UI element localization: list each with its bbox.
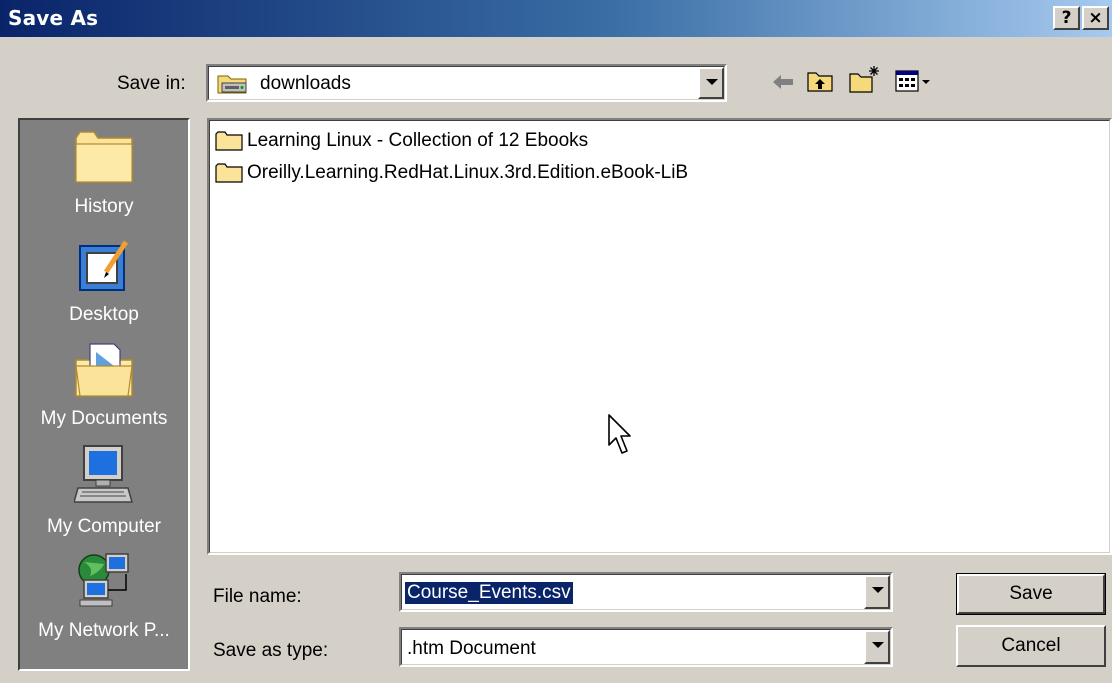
drive-folder-icon bbox=[216, 70, 250, 102]
file-name: Learning Linux - Collection of 12 Ebooks bbox=[247, 130, 589, 151]
places-label: Desktop bbox=[69, 304, 139, 325]
chevron-down-icon[interactable] bbox=[698, 67, 724, 99]
save-as-type-value: .htm Document bbox=[407, 638, 536, 659]
my-computer-icon bbox=[20, 444, 188, 512]
places-label: History bbox=[74, 196, 134, 217]
my-documents-icon bbox=[20, 342, 188, 404]
view-menu-icon[interactable] bbox=[895, 68, 935, 100]
places-label: My Documents bbox=[40, 408, 168, 429]
folder-icon bbox=[215, 162, 243, 184]
file-list[interactable]: Learning Linux - Collection of 12 Ebooks… bbox=[207, 118, 1112, 555]
list-item[interactable]: Learning Linux - Collection of 12 Ebooks bbox=[215, 128, 588, 154]
history-folder-icon bbox=[20, 130, 188, 192]
places-desktop[interactable]: Desktop bbox=[20, 238, 188, 326]
help-button[interactable]: ? bbox=[1053, 6, 1080, 30]
places-my-network[interactable]: My Network P... bbox=[20, 550, 188, 642]
file-name-input[interactable]: Course_Events.csv bbox=[405, 582, 573, 604]
up-one-level-icon[interactable] bbox=[806, 67, 836, 101]
desktop-icon bbox=[20, 238, 188, 300]
save-as-type-dropdown[interactable]: .htm Document bbox=[399, 627, 893, 667]
file-name: Oreilly.Learning.RedHat.Linux.3rd.Editio… bbox=[247, 162, 689, 183]
places-label: My Network P... bbox=[38, 620, 170, 641]
chevron-down-icon[interactable] bbox=[864, 630, 890, 664]
title-bar[interactable]: Save As ? × bbox=[0, 0, 1112, 37]
places-bar: History Desktop My Documents My Computer… bbox=[18, 118, 190, 671]
places-my-computer[interactable]: My Computer bbox=[20, 444, 188, 538]
file-name-field[interactable]: Course_Events.csv bbox=[399, 572, 893, 612]
places-my-documents[interactable]: My Documents bbox=[20, 342, 188, 430]
save-in-value: downloads bbox=[260, 73, 351, 94]
save-as-dialog: Save As ? × Save in: downloads History D… bbox=[0, 0, 1112, 683]
chevron-down-icon[interactable] bbox=[864, 575, 890, 609]
file-name-label: File name: bbox=[213, 586, 302, 607]
close-button[interactable]: × bbox=[1082, 6, 1109, 30]
places-history[interactable]: History bbox=[20, 130, 188, 218]
new-folder-icon[interactable] bbox=[848, 64, 882, 102]
save-as-type-label: Save as type: bbox=[213, 640, 329, 661]
list-item[interactable]: Oreilly.Learning.RedHat.Linux.3rd.Editio… bbox=[215, 160, 688, 186]
cancel-button[interactable]: Cancel bbox=[956, 625, 1106, 667]
places-label: My Computer bbox=[46, 516, 162, 537]
my-network-places-icon bbox=[20, 550, 188, 616]
folder-icon bbox=[215, 130, 243, 152]
save-in-dropdown[interactable]: downloads bbox=[206, 64, 727, 102]
back-arrow-icon[interactable] bbox=[770, 70, 796, 100]
dialog-title: Save As bbox=[8, 6, 99, 30]
mouse-cursor-icon bbox=[607, 413, 633, 463]
save-in-label: Save in: bbox=[117, 73, 186, 94]
save-button[interactable]: Save bbox=[956, 573, 1106, 615]
